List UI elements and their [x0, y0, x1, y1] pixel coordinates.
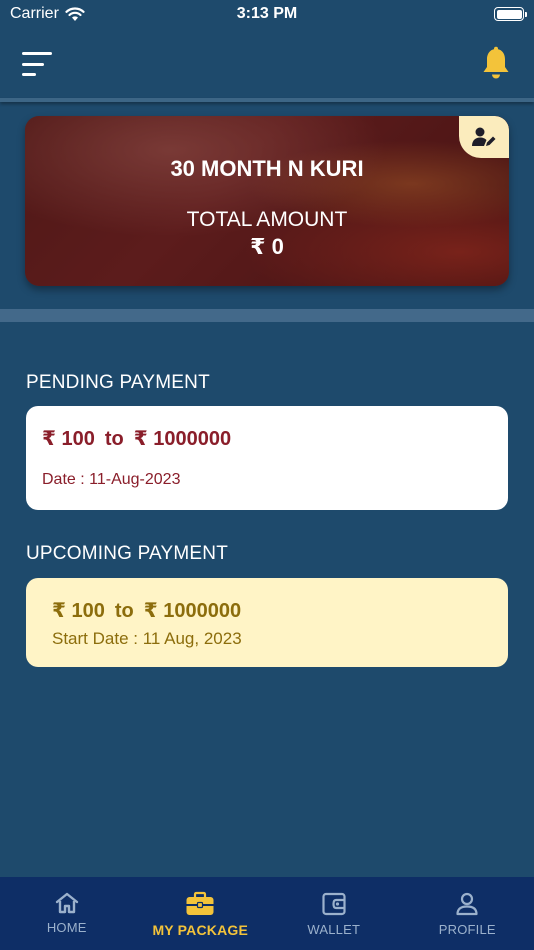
tab-label: MY PACKAGE — [152, 922, 249, 938]
pending-amount-range: ₹ 100 to ₹ 1000000 — [42, 426, 492, 451]
tab-wallet[interactable]: WALLET — [269, 877, 399, 937]
card-overlay — [25, 116, 509, 286]
pending-date: Date : 11-Aug-2023 — [42, 471, 181, 488]
person-icon — [456, 892, 478, 916]
status-bar: Carrier 3:13 PM — [0, 0, 534, 28]
pending-payment-title: PENDING PAYMENT — [26, 372, 210, 393]
pending-from-amount: ₹ 100 — [42, 428, 95, 450]
menu-line — [22, 62, 44, 66]
tab-label: HOME — [46, 920, 87, 935]
edit-profile-button[interactable] — [459, 116, 509, 158]
upcoming-to-word: to — [114, 600, 134, 622]
total-amount-value: ₹ 0 — [250, 234, 284, 259]
package-title: 30 MONTH N KURI — [170, 156, 364, 181]
bottom-tab-bar: HOME MY PACKAGE WALLET PROFILE — [0, 877, 534, 950]
carrier-label: Carrier — [10, 5, 59, 22]
upcoming-payment-title: UPCOMING PAYMENT — [26, 543, 229, 564]
tab-home[interactable]: HOME — [2, 877, 132, 935]
tab-my-package[interactable]: MY PACKAGE — [135, 877, 265, 938]
app-header — [0, 28, 534, 100]
total-amount-label: TOTAL AMOUNT — [186, 208, 348, 231]
user-edit-icon — [472, 127, 496, 146]
home-icon — [55, 892, 78, 914]
status-left: Carrier — [10, 5, 85, 23]
wallet-icon — [322, 892, 346, 916]
menu-button[interactable] — [22, 52, 54, 76]
notification-bell-icon[interactable] — [480, 46, 512, 82]
upcoming-to-amount: ₹ 1000000 — [143, 600, 242, 622]
menu-line — [22, 52, 52, 55]
upcoming-payment-card[interactable]: ₹ 100 to ₹ 1000000 Start Date : 11 Aug, 20… — [26, 578, 508, 667]
tab-profile[interactable]: PROFILE — [402, 877, 532, 937]
pending-to-word: to — [104, 428, 124, 450]
briefcase-icon — [186, 891, 214, 915]
tab-label: PROFILE — [438, 922, 496, 937]
pending-payment-card[interactable]: ₹ 100 to ₹ 1000000 Date : 11-Aug-2023 — [26, 406, 508, 510]
tab-label: WALLET — [307, 922, 361, 937]
upcoming-from-amount: ₹ 100 — [52, 600, 105, 622]
section-divider — [0, 309, 534, 322]
upcoming-start-date: Start Date : 11 Aug, 2023 — [52, 629, 242, 648]
pending-to-amount: ₹ 1000000 — [133, 428, 232, 450]
wifi-icon — [65, 6, 85, 21]
battery-icon — [494, 7, 527, 21]
package-summary-card[interactable]: 30 MONTH N KURI TOTAL AMOUNT ₹ 0 — [25, 116, 509, 286]
menu-line — [22, 73, 36, 76]
upcoming-amount-range: ₹ 100 to ₹ 1000000 — [52, 598, 482, 623]
header-divider — [0, 98, 534, 102]
